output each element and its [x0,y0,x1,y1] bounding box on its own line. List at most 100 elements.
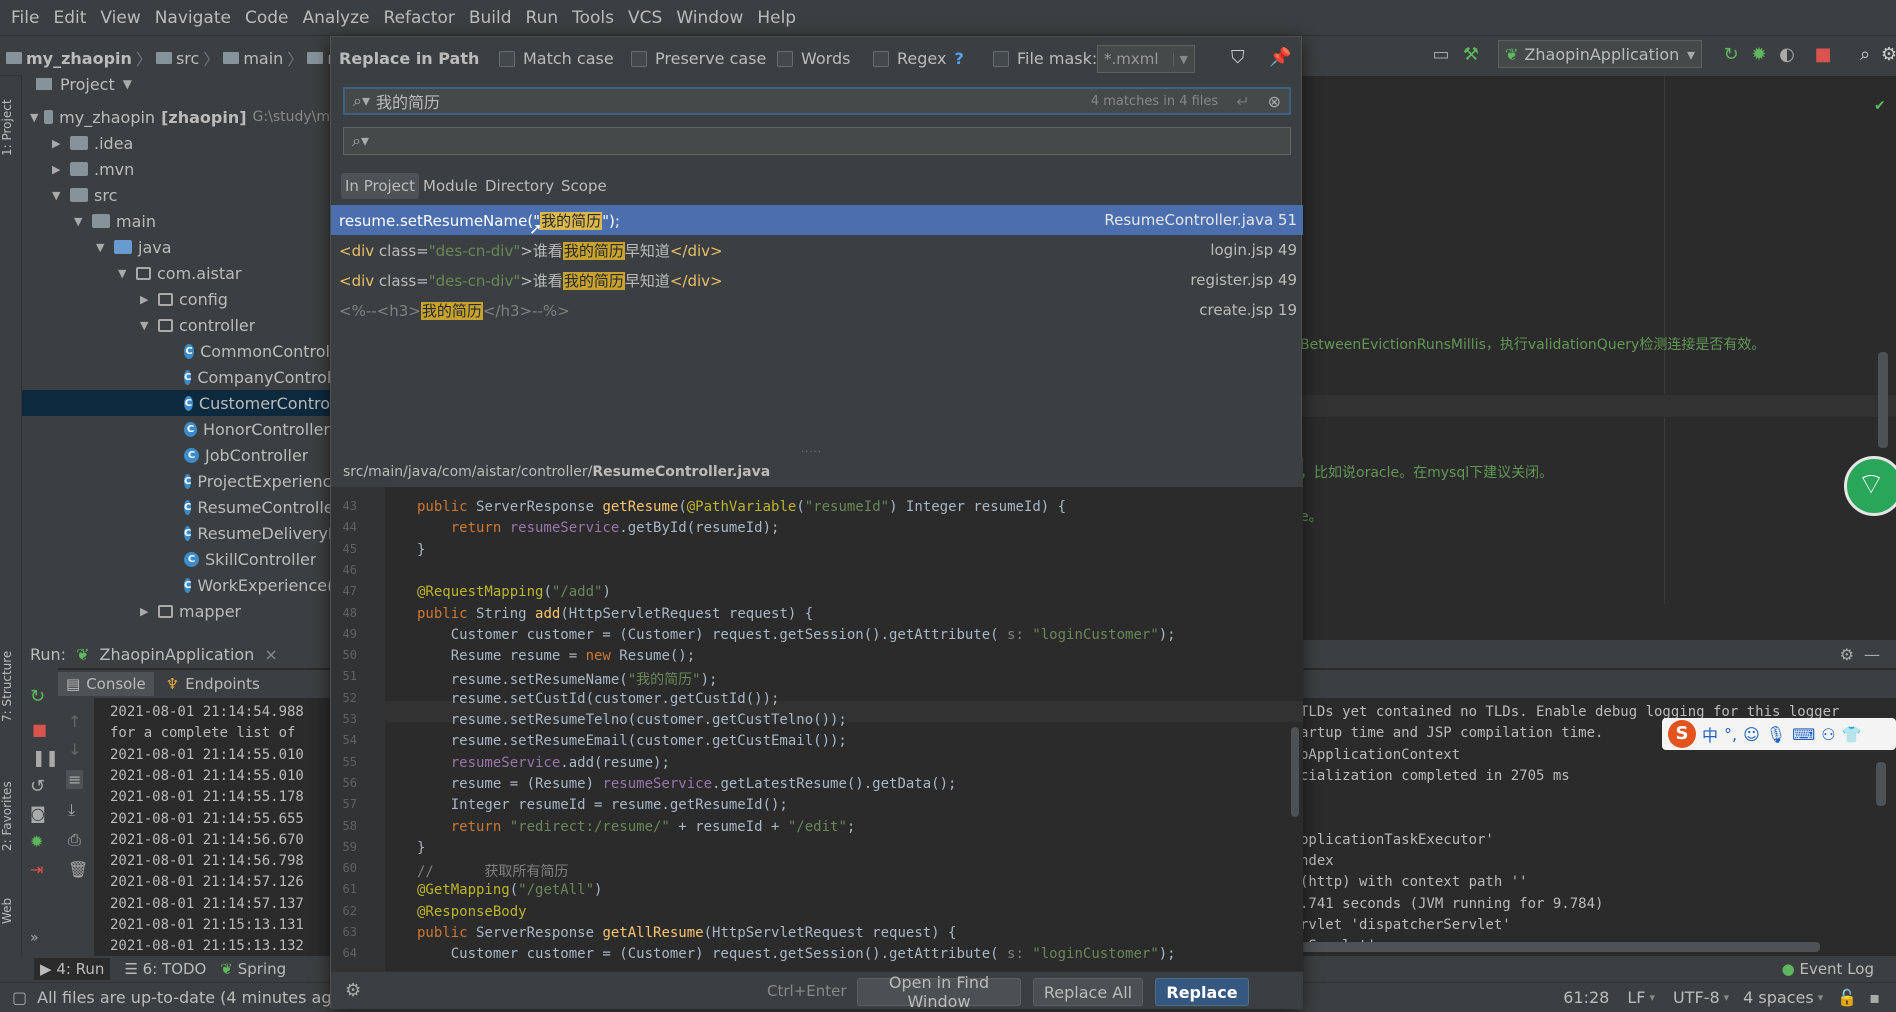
scope-in-project[interactable]: In Project [341,173,420,199]
pause-icon[interactable]: ❚❚ [32,748,59,767]
collapsed-arrow-icon[interactable]: ▶ [52,137,64,150]
lock-icon[interactable]: 🔓 [1837,988,1857,1007]
menu-item-file[interactable]: File [4,8,46,28]
coverage-icon[interactable]: ◐ [1776,44,1798,66]
rerun-icon[interactable]: ↻ [30,686,45,707]
memory-indicator-icon[interactable]: ▪ [1869,988,1880,1007]
tree-item[interactable]: C ResumeControlle [184,494,330,520]
tree-item[interactable]: ▶ config [140,286,228,312]
expanded-arrow-icon[interactable]: ▼ [52,189,64,202]
shirt-icon[interactable]: 👕 [1842,725,1862,744]
stop-icon[interactable]: ■ [32,720,47,739]
expanded-arrow-icon[interactable]: ▼ [140,319,152,332]
minimize-icon[interactable]: — [1864,645,1880,664]
tab-project[interactable]: 1: Project [0,78,22,178]
tab-favorites[interactable]: 2: Favorites [0,766,22,866]
trash-icon[interactable]: 🗑 [68,860,88,879]
regex-help-link[interactable]: ? [954,49,963,68]
collapsed-arrow-icon[interactable]: ▶ [140,605,152,618]
menu-item-vcs[interactable]: VCS [621,8,669,28]
tree-item[interactable]: ▼ controller [140,312,255,338]
gear-icon[interactable]: ⚙ [1840,645,1854,664]
caret-position[interactable]: 61:28 [1563,988,1609,1007]
tab-endpoints[interactable]: ♆ Endpoints [166,675,260,693]
exit-icon[interactable]: ⇥ [30,860,43,879]
window-icon[interactable]: ▭ [1430,44,1452,66]
tab-todo[interactable]: ☰ 6: TODO [124,960,206,978]
result-row[interactable]: <div class="des-cn-div">谁看我的简历早知道</div> … [331,265,1303,295]
filter-icon[interactable]: ⛉ [1231,47,1245,68]
expanded-arrow-icon[interactable]: ▼ [118,267,130,280]
stop-icon[interactable]: ■ [1812,44,1834,66]
menu-item-build[interactable]: Build [462,8,519,28]
tree-item[interactable]: C SkillController [184,546,316,572]
file-mask-checkbox[interactable]: File mask: [993,49,1097,68]
file-mask-input[interactable]: *.mxml ▼ [1097,45,1195,73]
line-separator[interactable]: LF [1627,988,1645,1007]
pin-icon[interactable]: 📌 [1269,47,1291,68]
tree-item[interactable]: C ProjectExperienc [184,468,330,494]
newline-icon[interactable]: ↵ [1236,92,1249,111]
replace-button[interactable]: Replace [1155,978,1249,1006]
result-row[interactable]: resume.setResumeName("我的简历"); ResumeCont… [331,205,1303,235]
indent-setting[interactable]: 4 spaces [1743,988,1814,1007]
debug-icon[interactable]: ✹ [1748,44,1770,66]
breadcrumb-main[interactable]: main [243,49,283,68]
tree-item[interactable]: ▶ mapper [140,598,241,624]
tree-item[interactable]: C CommonControl [184,338,330,364]
restore-icon[interactable]: ↺ [30,776,45,797]
replace-all-button[interactable]: Replace All [1033,978,1143,1006]
search-icon[interactable]: ⌕ [1854,44,1876,66]
tree-item[interactable]: ▶ .mvn [52,156,134,182]
replace-input[interactable]: ⌕▾ [343,127,1291,155]
tree-item[interactable]: ▼ java [96,234,172,260]
replace-history-icon[interactable]: ⌕▾ [352,131,369,151]
keyboard-icon[interactable]: ⌨ [1792,725,1815,744]
collapsed-arrow-icon[interactable]: ▶ [140,293,152,306]
event-log[interactable]: ● Event Log [1782,960,1874,978]
scope-module[interactable]: Module [419,173,482,199]
tree-item[interactable]: C HonorController [184,416,330,442]
menu-item-run[interactable]: Run [519,8,566,28]
chevron-down-icon[interactable]: ▼ [1172,52,1194,66]
microphone-icon[interactable]: 🎙 [1766,725,1786,744]
tree-item[interactable]: C CompanyControl [184,364,330,390]
match-case-checkbox[interactable]: Match case [499,49,614,68]
expanded-arrow-icon[interactable]: ▼ [96,241,108,254]
words-checkbox[interactable]: Words [777,49,850,68]
result-row[interactable]: <div class="des-cn-div">谁看我的简历早知道</div> … [331,235,1303,265]
settings-icon[interactable]: ⚙ [1878,44,1896,66]
preview-scrollbar[interactable] [1291,727,1299,817]
tab-structure[interactable]: 7: Structure [0,636,22,736]
up-arrow-icon[interactable]: ↑ [68,712,81,731]
tree-item[interactable]: C ResumeDeliveryF [184,520,330,546]
tab-web[interactable]: Web [0,886,22,936]
tree-item[interactable]: ▼ main [74,208,156,234]
camera-icon[interactable]: ◙ [30,804,46,823]
scope-scope[interactable]: Scope [557,173,611,199]
down-arrow-icon[interactable]: ↓ [68,740,81,759]
collapsed-arrow-icon[interactable]: ▶ [52,163,64,176]
tree-root[interactable]: ▼ my_zhaopin [zhaopin] G:\study\m [30,104,330,130]
emoji-icon[interactable]: ☺ [1743,725,1760,744]
breadcrumb-src[interactable]: src [176,49,199,68]
menu-item-view[interactable]: View [93,8,147,28]
result-row[interactable]: <%--<h3>我的简历</h3>--%> create.jsp 19 [331,295,1303,325]
print-icon[interactable]: ⎙ [68,830,81,850]
close-icon[interactable]: × [264,645,277,664]
run-configuration-select[interactable]: ❦ ZhaopinApplication ▾ [1498,40,1702,68]
menu-item-window[interactable]: Window [669,8,750,28]
more-icon[interactable]: » [30,930,39,946]
tree-item[interactable]: ▼ com.aistar [118,260,242,286]
search-input[interactable]: ⌕▾ 我的简历 4 matches in 4 files ↵ ⊗ [343,87,1291,115]
tree-item[interactable]: C JobController [184,442,308,468]
expanded-arrow-icon[interactable]: ▼ [74,215,86,228]
ime-toolbar[interactable]: S 中 °, ☺ 🎙 ⌨ ⚇ 👕 [1662,718,1896,750]
user-icon[interactable]: ⚇ [1821,725,1835,744]
status-window-icon[interactable]: ▢ [12,988,27,1007]
build-hammer-icon[interactable]: ⚒ [1460,44,1482,66]
scroll-to-end-icon[interactable]: ⤓ [68,800,75,820]
tab-run[interactable]: ▶ 4: Run [34,958,111,980]
console-hscrollbar[interactable] [1300,942,1820,952]
project-panel-header[interactable]: Project ▼ [22,70,330,98]
